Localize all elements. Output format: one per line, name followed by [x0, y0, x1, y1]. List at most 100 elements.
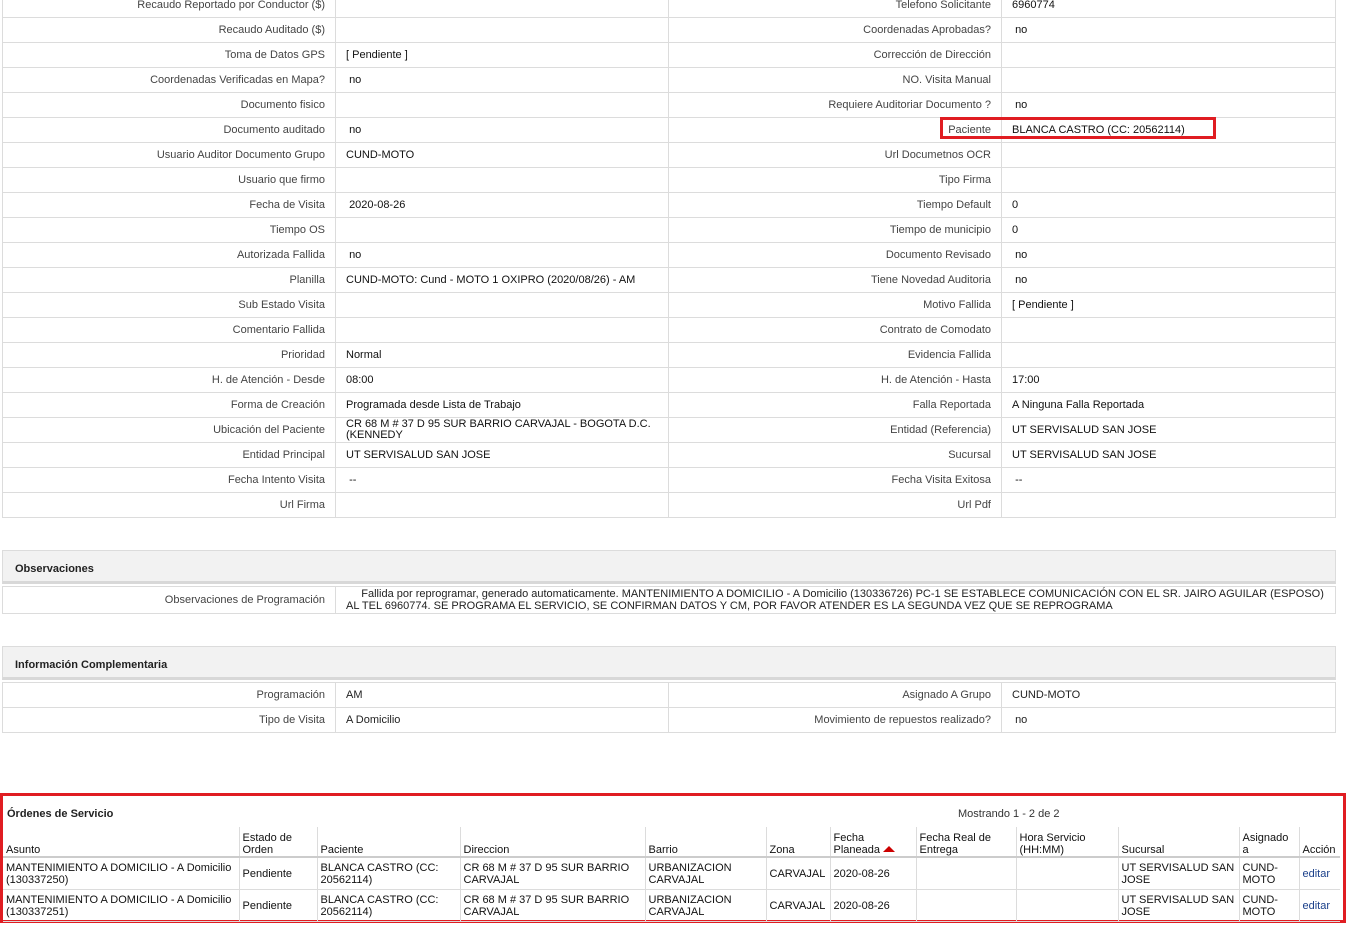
service-order-row[interactable]: MANTENIMIENTO A DOMICILIO - A Domicilio … [3, 889, 1340, 922]
edit-order-link[interactable]: editar [1303, 868, 1331, 880]
detail-row: Ubicación del Paciente CR 68 M # 37 D 95 … [2, 417, 1336, 443]
observaciones-title: Observaciones [15, 563, 94, 575]
col-header-fecha-real[interactable]: Fecha Real de Entrega [915, 827, 1016, 858]
detail-value: CR 68 M # 37 D 95 SUR BARRIO CARVAJAL - … [335, 417, 669, 443]
detail-value [335, 217, 669, 243]
detail-label: Fecha Visita Exitosa [668, 467, 1002, 493]
order-cell-estado: Pendiente [238, 857, 317, 890]
detail-value: [ Pendiente ] [335, 42, 669, 68]
col-header-direccion[interactable]: Direccion [459, 827, 645, 858]
detail-label: Url Documetnos OCR [668, 142, 1002, 168]
detail-row: Usuario que firmo Tipo Firma [2, 167, 1336, 193]
col-header-asunto[interactable]: Asunto [3, 827, 239, 858]
order-cell-fecha: 2020-08-26 [829, 857, 916, 890]
info-value: A Domicilio [335, 707, 669, 733]
info-complementaria-header: Información Complementaria [2, 646, 1336, 680]
detail-value: 0 [1001, 217, 1336, 243]
info-row: Tipo de Visita A Domicilio Movimiento de r… [2, 707, 1336, 733]
detail-value: [ Pendiente ] [1001, 292, 1336, 318]
detail-value: -- [1001, 467, 1336, 493]
detail-label: Motivo Fallida [668, 292, 1002, 318]
col-header-accion: Acción [1298, 827, 1340, 858]
col-header-zona[interactable]: Zona [765, 827, 830, 858]
detail-label: Documento fisico [2, 92, 336, 118]
detail-label: Corrección de Dirección [668, 42, 1002, 68]
detail-label: H. de Atención - Desde [2, 367, 336, 393]
detail-label: Documento auditado [2, 117, 336, 143]
visit-details-table: Recaudo Reportado por Conductor ($) Telef… [2, 0, 1336, 518]
detail-label: Sub Estado Visita [2, 292, 336, 318]
detail-label: H. de Atención - Hasta [668, 367, 1002, 393]
col-header-sucursal[interactable]: Sucursal [1117, 827, 1239, 858]
info-label: Movimiento de repuestos realizado? [668, 707, 1002, 733]
order-cell-hora [1015, 889, 1118, 922]
detail-label: Tiempo Default [668, 192, 1002, 218]
detail-value: -- [335, 467, 669, 493]
order-cell-sucursal: UT SERVISALUD SAN JOSE [1117, 857, 1239, 890]
detail-label: Documento Revisado [668, 242, 1002, 268]
detail-label: Falla Reportada [668, 392, 1002, 418]
col-header-fecha-planeada-label: Fecha Planeada [833, 832, 881, 856]
info-value: AM [335, 682, 669, 708]
detail-value: 08:00 [335, 367, 669, 393]
detail-value: 0 [1001, 192, 1336, 218]
detail-label: Tiempo OS [2, 217, 336, 243]
col-header-asignado[interactable]: Asignado a [1238, 827, 1299, 858]
detail-label: Planilla [2, 267, 336, 293]
detail-label: Coordenadas Verificadas en Mapa? [2, 67, 336, 93]
detail-row: Sub Estado Visita Motivo Fallida[ Pendien… [2, 292, 1336, 318]
detail-label: Contrato de Comodato [668, 317, 1002, 343]
detail-row: Documento fisico Requiere Auditoriar Docu… [2, 92, 1336, 118]
detail-row: Url Firma Url Pdf [2, 492, 1336, 518]
order-cell-real [915, 857, 1016, 890]
info-label: Asignado A Grupo [668, 682, 1002, 708]
service-order-row[interactable]: MANTENIMIENTO A DOMICILIO - A Domicilio … [3, 857, 1340, 890]
detail-label: Prioridad [2, 342, 336, 368]
detail-value [1001, 317, 1336, 343]
detail-value: no [335, 117, 669, 143]
detail-label: Usuario Auditor Documento Grupo [2, 142, 336, 168]
order-cell-estado: Pendiente [238, 889, 317, 922]
detail-label: Autorizada Fallida [2, 242, 336, 268]
detail-value: no [1001, 92, 1336, 118]
info-value: CUND-MOTO [1001, 682, 1336, 708]
order-cell-accion: editar [1298, 889, 1340, 922]
detail-value [1001, 492, 1336, 518]
info-label: Programación [2, 682, 336, 708]
detail-label: Sucursal [668, 442, 1002, 468]
detail-value [335, 0, 669, 18]
detail-value [335, 92, 669, 118]
detail-row: Tiempo OS Tiempo de municipio 0 [2, 217, 1336, 243]
col-header-estado[interactable]: Estado de Orden [238, 827, 317, 858]
order-cell-paciente: BLANCA CASTRO (CC: 20562114) [316, 889, 460, 922]
detail-row: Autorizada Fallida no Documento Revisado … [2, 242, 1336, 268]
observaciones-label: Observaciones de Programación [2, 586, 336, 614]
info-value: no [1001, 707, 1336, 733]
edit-order-link[interactable]: editar [1303, 900, 1331, 912]
detail-value: no [335, 67, 669, 93]
detail-row: Recaudo Reportado por Conductor ($) Telef… [2, 0, 1336, 18]
detail-row: Forma de Creación Programada desde Lista … [2, 392, 1336, 418]
order-cell-zona: CARVAJAL [765, 857, 830, 890]
observaciones-header: Observaciones [2, 550, 1336, 584]
order-cell-direccion: CR 68 M # 37 D 95 SUR BARRIO CARVAJAL [459, 857, 645, 890]
detail-label: Usuario que firmo [2, 167, 336, 193]
detail-value: UT SERVISALUD SAN JOSE [335, 442, 669, 468]
col-header-barrio[interactable]: Barrio [644, 827, 766, 858]
order-cell-direccion: CR 68 M # 37 D 95 SUR BARRIO CARVAJAL [459, 889, 645, 922]
order-cell-fecha: 2020-08-26 [829, 889, 916, 922]
detail-value: Programada desde Lista de Trabajo [335, 392, 669, 418]
order-cell-asunto: MANTENIMIENTO A DOMICILIO - A Domicilio … [3, 857, 239, 890]
col-header-fecha-planeada[interactable]: Fecha Planeada [829, 827, 916, 858]
detail-label: Fecha Intento Visita [2, 467, 336, 493]
detail-label: Entidad Principal [2, 442, 336, 468]
detail-row: Prioridad Normal Evidencia Fallida [2, 342, 1336, 368]
detail-row: Comentario Fallida Contrato de Comodato [2, 317, 1336, 343]
observaciones-table: Observaciones de Programación Fallida po… [2, 586, 1336, 614]
service-orders-panel: Órdenes de Servicio Mostrando 1 - 2 de 2… [0, 793, 1346, 923]
col-header-hora-servicio[interactable]: Hora Servicio (HH:MM) [1015, 827, 1118, 858]
detail-value: no [1001, 242, 1336, 268]
detail-row: Planilla CUND-MOTO: Cund - MOTO 1 OXIPRO … [2, 267, 1336, 293]
detail-value [1001, 142, 1336, 168]
col-header-paciente[interactable]: Paciente [316, 827, 460, 858]
